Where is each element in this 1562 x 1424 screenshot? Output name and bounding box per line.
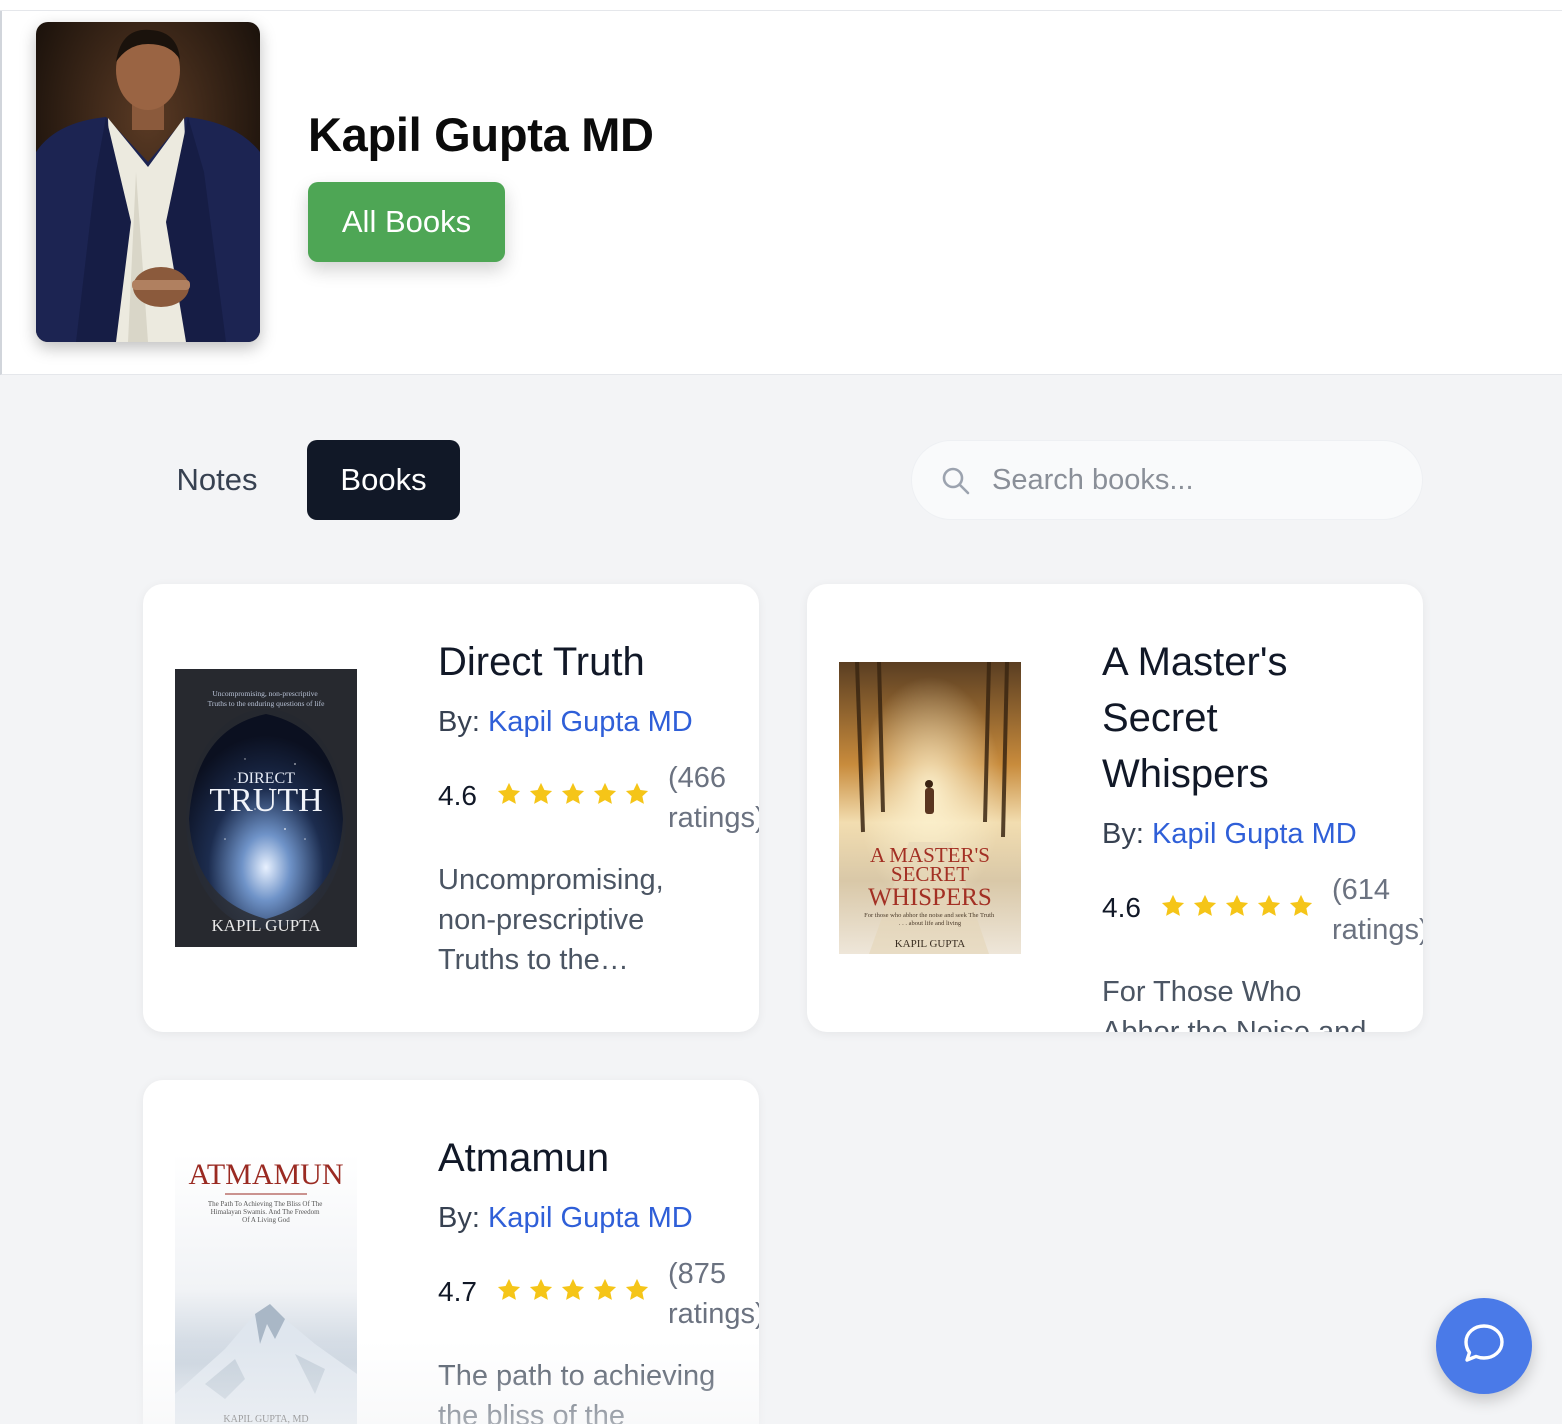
star-icon: [1193, 894, 1217, 916]
book-byline: By: Kapil Gupta MD: [438, 1198, 738, 1238]
book-info: Atmamun By: Kapil Gupta MD 4.7 (875 ratin…: [438, 1130, 759, 1424]
by-label: By:: [438, 1202, 480, 1234]
book-card[interactable]: Uncompromising, non-prescriptive Truths …: [143, 584, 759, 1032]
author-photo: [36, 22, 260, 342]
star-icon: [529, 1278, 553, 1300]
star-rating: [495, 1276, 651, 1304]
all-books-button[interactable]: All Books: [308, 182, 505, 262]
ratings-count-number: (466: [668, 762, 727, 794]
ratings-count-word: ratings): [668, 1298, 759, 1330]
by-label: By:: [438, 706, 480, 738]
book-description: Uncompromising, non-prescriptive Truths …: [438, 864, 664, 976]
ratings-count: (614 ratings): [1332, 870, 1423, 950]
search-box: [911, 440, 1423, 520]
book-description: For Those Who Abhor the Noise and Seek T…: [1102, 976, 1367, 1032]
cover-title-2: SECRET: [891, 862, 969, 886]
star-icon: [625, 1278, 649, 1300]
book-card[interactable]: A MASTER'S SECRET WHISPERS For those who…: [807, 584, 1423, 1032]
star-icon: [561, 782, 585, 804]
star-icon: [529, 782, 553, 804]
rating-value: 4.6: [438, 780, 477, 811]
search-input[interactable]: [992, 441, 1402, 519]
cover-title: ATMAMUN: [188, 1158, 343, 1191]
star-icon: [1257, 894, 1281, 916]
author-name: Kapil Gupta MD: [308, 108, 654, 161]
book-title[interactable]: Direct Truth: [438, 634, 738, 690]
cover-author: KAPIL GUPTA: [895, 938, 966, 950]
star-icon: [497, 1278, 521, 1300]
search-icon: [940, 465, 972, 497]
book-info: A Master's Secret Whispers By: Kapil Gup…: [1102, 634, 1423, 1032]
top-bar: [0, 0, 1562, 11]
star-rating: [495, 780, 651, 808]
ratings-count-word: ratings): [1332, 914, 1423, 946]
chat-button[interactable]: [1436, 1298, 1532, 1394]
star-icon: [625, 782, 649, 804]
book-byline: By: Kapil Gupta MD: [438, 702, 738, 742]
chat-bubble-icon: [1460, 1320, 1508, 1373]
book-cover[interactable]: Uncompromising, non-prescriptive Truths …: [175, 669, 357, 947]
cover-tagline: Uncompromising, non-prescriptive Truths …: [208, 689, 325, 708]
ratings-count-number: (614: [1332, 874, 1391, 906]
star-icon: [593, 1278, 617, 1300]
cover-author: KAPIL GUPTA: [212, 916, 322, 935]
tab-books[interactable]: Books: [307, 440, 460, 520]
book-description: The path to achieving the bliss of the H…: [438, 1360, 716, 1424]
book-card[interactable]: ATMAMUN The Path To Achieving The Bliss …: [143, 1080, 759, 1424]
book-cover[interactable]: A MASTER'S SECRET WHISPERS For those who…: [839, 662, 1021, 954]
book-author-link[interactable]: Kapil Gupta MD: [488, 1202, 693, 1234]
book-title[interactable]: Atmamun: [438, 1130, 738, 1186]
star-rating: [1159, 892, 1315, 920]
book-cover[interactable]: ATMAMUN The Path To Achieving The Bliss …: [175, 1154, 357, 1424]
rating-row: 4.6 (466 ratings): [438, 758, 759, 838]
star-icon: [1289, 894, 1313, 916]
ratings-count-number: (875: [668, 1258, 727, 1290]
rating-row: 4.6 (614 ratings): [1102, 870, 1423, 950]
book-author-link[interactable]: Kapil Gupta MD: [488, 706, 693, 738]
cover-title-2: TRUTH: [209, 782, 322, 819]
star-icon: [497, 782, 521, 804]
rating-value: 4.7: [438, 1276, 477, 1307]
star-icon: [1225, 894, 1249, 916]
author-header: Kapil Gupta MD All Books: [0, 11, 1562, 375]
rating-value: 4.6: [1102, 892, 1141, 923]
star-icon: [561, 1278, 585, 1300]
book-title[interactable]: A Master's Secret Whispers: [1102, 634, 1332, 802]
book-info: Direct Truth By: Kapil Gupta MD 4.6 (466…: [438, 634, 759, 980]
tab-notes[interactable]: Notes: [146, 440, 288, 520]
cover-author: KAPIL GUPTA, MD: [223, 1414, 308, 1424]
star-icon: [1161, 894, 1185, 916]
star-icon: [593, 782, 617, 804]
ratings-count: (875 ratings): [668, 1254, 759, 1334]
ratings-count-word: ratings): [668, 802, 759, 834]
book-byline: By: Kapil Gupta MD: [1102, 814, 1402, 854]
by-label: By:: [1102, 818, 1144, 850]
rating-row: 4.7 (875 ratings): [438, 1254, 759, 1334]
ratings-count: (466 ratings): [668, 758, 759, 838]
book-author-link[interactable]: Kapil Gupta MD: [1152, 818, 1357, 850]
cover-title-3: WHISPERS: [868, 884, 992, 911]
